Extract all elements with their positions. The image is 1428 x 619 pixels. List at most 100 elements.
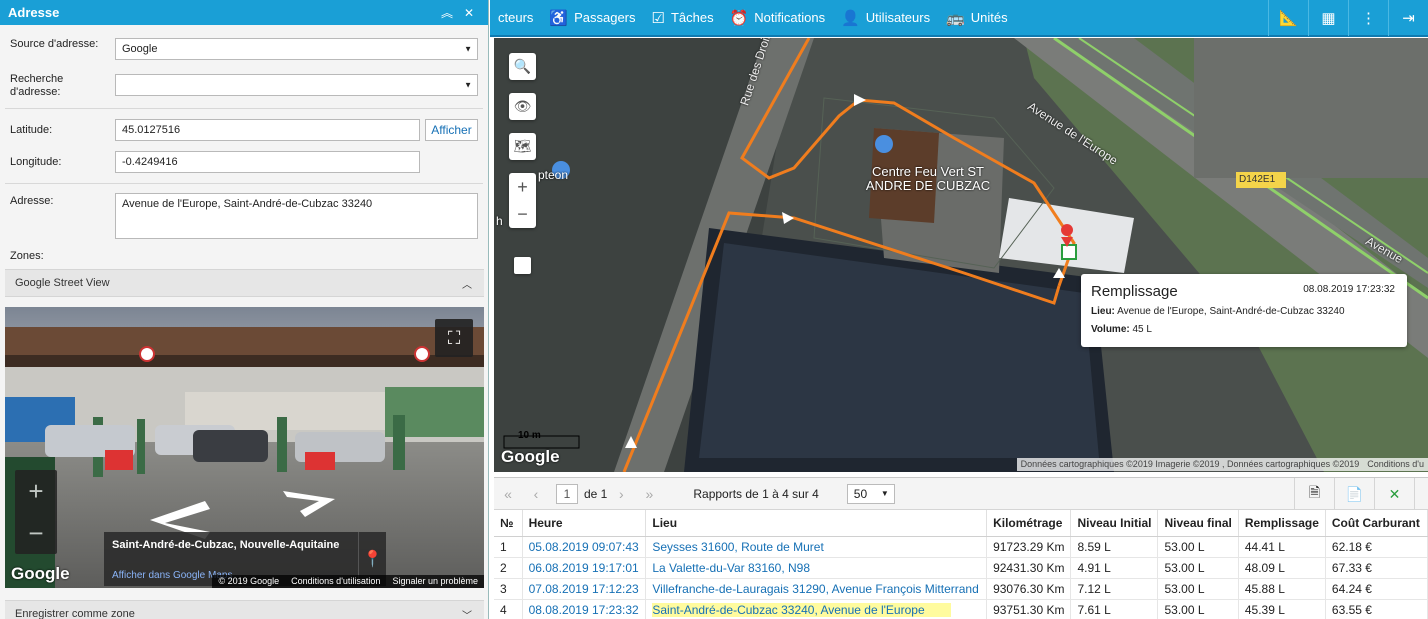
- search-address-select[interactable]: ▼: [115, 74, 478, 96]
- column-header[interactable]: Niveau Initial: [1070, 510, 1159, 537]
- dropdown-arrow-icon: ▼: [464, 80, 472, 90]
- page-input[interactable]: 1: [556, 483, 578, 504]
- column-header[interactable]: №: [494, 510, 523, 537]
- tasks-icon: ☑: [651, 9, 665, 27]
- nav-item-passagers[interactable]: ♿ Passagers: [541, 0, 643, 36]
- report-count: Rapports de 1 à 4 sur 4: [693, 486, 819, 501]
- latitude-input[interactable]: 45.0127516: [115, 119, 420, 141]
- terms-link[interactable]: Conditions d'utilisation: [285, 575, 386, 588]
- street-view-section-header[interactable]: Google Street View ︿: [5, 269, 484, 297]
- first-page-icon[interactable]: «: [494, 486, 522, 502]
- grid-icon[interactable]: ▦: [1308, 0, 1348, 36]
- map-view[interactable]: Centre Feu Vert ST ANDRE DE CUBZAC Avenu…: [494, 38, 1428, 472]
- cell-mileage: 93076.30 Km: [986, 578, 1072, 600]
- nav-label: Utilisateurs: [865, 10, 931, 25]
- alarm-icon: ⏰: [729, 9, 749, 27]
- nav-item-utilisateurs[interactable]: 👤 Utilisateurs: [833, 0, 938, 36]
- cell-refill: 45.88 L: [1238, 578, 1326, 600]
- show-button[interactable]: Afficher: [425, 119, 478, 141]
- print-icon[interactable]: 🗎: [1294, 478, 1334, 510]
- map-visibility-button[interactable]: 👁: [509, 93, 536, 120]
- popup-title: Remplissage: [1091, 283, 1178, 300]
- nav-item-taches[interactable]: ☑ Tâches: [644, 0, 722, 36]
- pdf-icon[interactable]: 📄: [1334, 478, 1374, 510]
- collapse-icon[interactable]: ︽: [436, 4, 458, 21]
- map-checkbox[interactable]: [514, 257, 531, 274]
- save-zone-section-header[interactable]: Enregistrer comme zone ﹀: [5, 600, 484, 619]
- cell-initial-level: 4.91 L: [1070, 557, 1159, 579]
- table-row-selected[interactable]: 4 08.08.2019 17:23:32 Saint-André-de-Cub…: [494, 599, 1428, 619]
- logout-icon[interactable]: ⇥: [1388, 0, 1428, 36]
- next-page-icon[interactable]: ›: [607, 486, 635, 502]
- page-count: de 1: [584, 486, 608, 501]
- map-zoom-in-button[interactable]: +: [517, 174, 528, 201]
- nav-item-conducteurs[interactable]: cteurs: [490, 0, 541, 36]
- conditions-link[interactable]: Conditions d'u: [1363, 458, 1428, 471]
- user-icon: 👤: [841, 9, 860, 27]
- cell-number: 4: [494, 599, 523, 619]
- nav-item-notifications[interactable]: ⏰ Notifications: [722, 0, 834, 36]
- address-textarea[interactable]: Avenue de l'Europe, Saint-André-de-Cubza…: [115, 193, 478, 239]
- ruler-icon[interactable]: 📐: [1268, 0, 1308, 36]
- table-row[interactable]: 3 07.08.2019 17:12:23 Villefranche-de-La…: [494, 578, 1428, 600]
- cell-final-level: 53.00 L: [1157, 557, 1239, 579]
- cell-location: La Valette-du-Var 83160, N98: [645, 557, 988, 579]
- cell-time: 07.08.2019 17:12:23: [522, 578, 647, 600]
- map-layers-button[interactable]: 🗺: [509, 133, 536, 160]
- map-search-button[interactable]: 🔍: [509, 53, 536, 80]
- column-header[interactable]: Heure: [522, 510, 647, 537]
- nav-item-unites[interactable]: 🚌 Unités: [938, 0, 1016, 36]
- popup-location-value: Avenue de l'Europe, Saint-André-de-Cubza…: [1117, 306, 1345, 317]
- nav-label: Passagers: [574, 10, 636, 25]
- panel-title: Adresse: [8, 5, 60, 20]
- column-header[interactable]: Lieu: [645, 510, 988, 537]
- cell-mileage: 93751.30 Km: [986, 599, 1072, 619]
- section-title: Enregistrer comme zone: [15, 608, 135, 619]
- cell-final-level: 53.00 L: [1157, 536, 1239, 558]
- longitude-label: Longitude:: [10, 156, 62, 168]
- fullscreen-button[interactable]: ⛶: [435, 319, 473, 357]
- cell-time: 06.08.2019 19:17:01: [522, 557, 647, 579]
- zones-label: Zones:: [10, 250, 44, 262]
- street-view-zoom: + −: [15, 470, 57, 554]
- dropdown-arrow-icon: ▼: [880, 488, 889, 498]
- prev-page-icon[interactable]: ‹: [522, 486, 550, 502]
- per-page-select[interactable]: 50 ▼: [846, 483, 895, 504]
- cell-time: 08.08.2019 17:23:32: [522, 599, 647, 619]
- search-label: Recherche d'adresse:: [10, 73, 64, 98]
- zoom-in-button[interactable]: +: [15, 470, 57, 512]
- nav-label: Notifications: [754, 10, 826, 25]
- close-icon[interactable]: ✕: [458, 6, 480, 20]
- dropdown-arrow-icon: ▼: [464, 44, 472, 54]
- zoom-out-button[interactable]: −: [15, 512, 57, 554]
- map-zoom-out-button[interactable]: −: [517, 201, 528, 228]
- longitude-input[interactable]: -0.4249416: [115, 151, 420, 173]
- more-vertical-icon[interactable]: ⋮: [1348, 0, 1388, 36]
- divider: [5, 183, 483, 184]
- popup-location: Lieu: Avenue de l'Europe, Saint-André-de…: [1091, 306, 1345, 317]
- address-label: Adresse:: [10, 195, 54, 207]
- column-header[interactable]: Niveau final: [1157, 510, 1239, 537]
- poi-label: Centre Feu Vert ST ANDRE DE CUBZAC: [865, 164, 991, 193]
- longitude-value: -0.4249416: [122, 156, 178, 168]
- table-row[interactable]: 1 05.08.2019 09:07:43 Seysses 31600, Rou…: [494, 536, 1428, 558]
- street-view-location: Saint-André-de-Cubzac, Nouvelle-Aquitain…: [112, 539, 340, 551]
- cell-number: 2: [494, 557, 523, 579]
- popup-date: 08.08.2019 17:23:32: [1303, 284, 1395, 295]
- last-page-icon[interactable]: »: [635, 486, 663, 502]
- column-header[interactable]: Coût Carburant: [1325, 510, 1428, 537]
- google-logo: Google: [501, 447, 560, 466]
- cell-initial-level: 7.12 L: [1070, 578, 1159, 600]
- table-row[interactable]: 2 06.08.2019 19:17:01 La Valette-du-Var …: [494, 557, 1428, 579]
- cell-location: Saint-André-de-Cubzac 33240, Avenue de l…: [645, 599, 988, 619]
- report-link[interactable]: Signaler un problème: [386, 575, 484, 588]
- passenger-icon: ♿: [549, 9, 569, 27]
- column-header[interactable]: Kilométrage: [986, 510, 1072, 537]
- street-view[interactable]: ⛶ + − Saint-André-de-Cubzac, Nouvelle-Aq…: [5, 307, 484, 588]
- scale-bar: 10 m: [518, 430, 541, 441]
- export-icon[interactable]: ⇥: [1414, 478, 1428, 510]
- column-header[interactable]: Remplissage: [1238, 510, 1326, 537]
- source-select[interactable]: Google ▼: [115, 38, 478, 60]
- table-header-row: № Heure Lieu Kilométrage Niveau Initial …: [494, 510, 1428, 537]
- excel-icon[interactable]: ✕: [1374, 478, 1414, 510]
